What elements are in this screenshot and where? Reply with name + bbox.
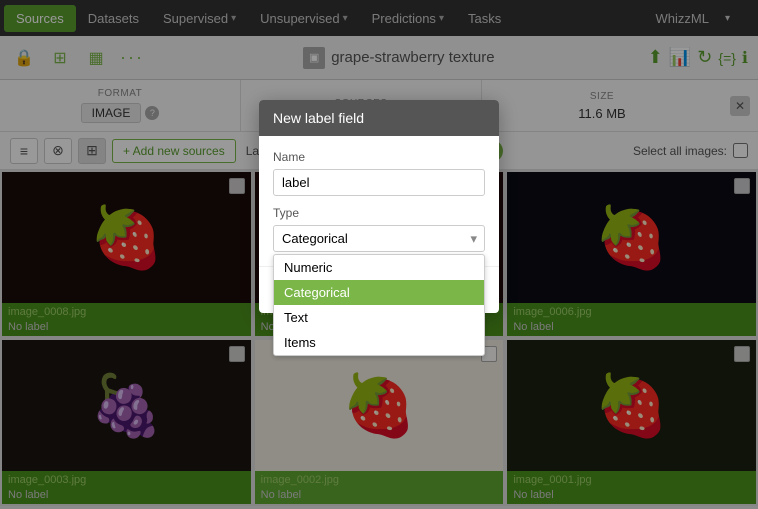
dropdown-text[interactable]: Text [274, 305, 484, 330]
type-dropdown-open: Numeric Categorical Text Items [273, 254, 485, 356]
dropdown-numeric[interactable]: Numeric [274, 255, 484, 280]
modal-title: New label field [273, 110, 364, 126]
dropdown-items[interactable]: Items [274, 330, 484, 355]
modal-type-label: Type [273, 206, 485, 220]
dropdown-categorical[interactable]: Categorical [274, 280, 484, 305]
modal-name-input[interactable] [273, 169, 485, 196]
new-label-field-modal: New label field Name Type Numeric Catego… [259, 100, 499, 313]
modal-header: New label field [259, 100, 499, 136]
modal-body: Name Type Numeric Categorical Text Items… [259, 136, 499, 266]
modal-type-select-wrapper: Numeric Categorical Text Items Numeric C… [273, 225, 485, 252]
modal-name-label: Name [273, 150, 485, 164]
modal-type-select[interactable]: Numeric Categorical Text Items [273, 225, 485, 252]
modal-overlay: New label field Name Type Numeric Catego… [0, 0, 758, 509]
